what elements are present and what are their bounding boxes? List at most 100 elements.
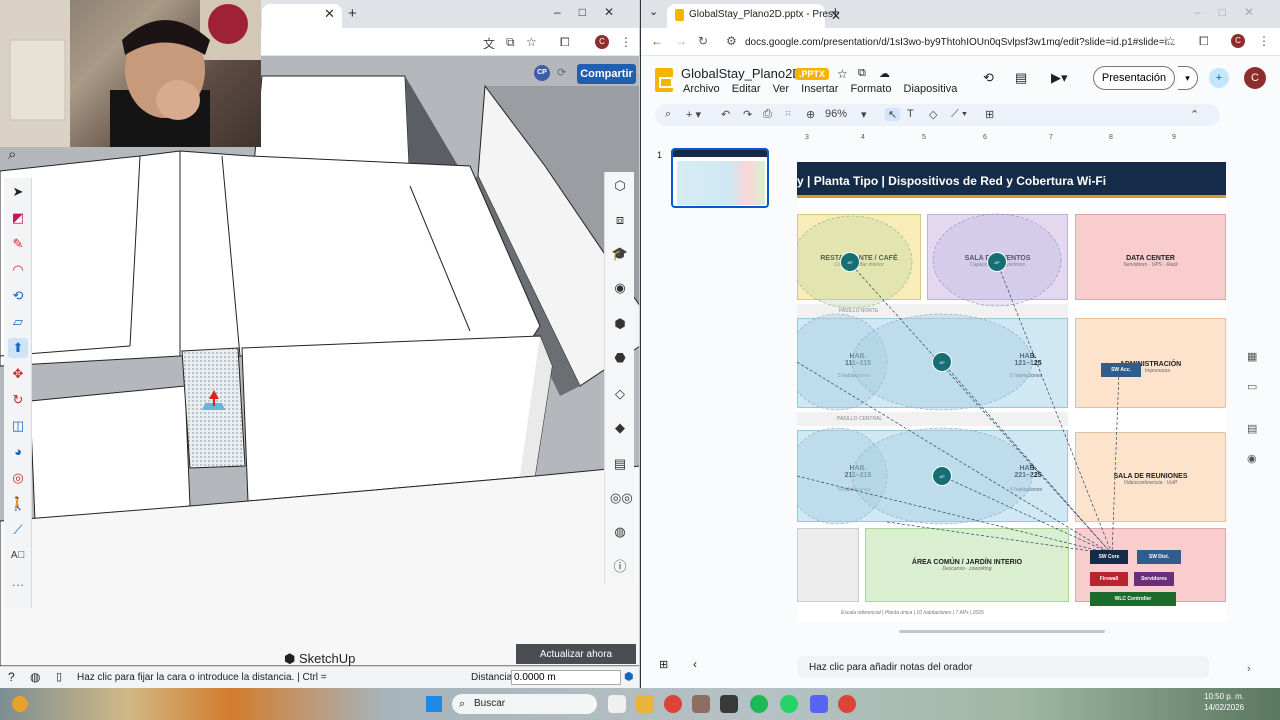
- present-dropdown-icon[interactable]: ▾: [1178, 66, 1198, 90]
- document-title[interactable]: GlobalStay_Plano2D: [681, 66, 802, 81]
- new-slide-icon[interactable]: + ▾: [686, 108, 701, 121]
- eraser-tool-icon[interactable]: ◩: [8, 208, 28, 228]
- file-explorer-icon[interactable]: [636, 695, 654, 713]
- reload-icon[interactable]: ↻: [698, 34, 708, 48]
- close-tab-icon[interactable]: ✕: [324, 6, 335, 22]
- system-clock[interactable]: 10:50 p. m. 14/02/2026: [1204, 691, 1244, 713]
- taskbar-search[interactable]: Buscar: [452, 694, 597, 714]
- app-icon[interactable]: [720, 695, 738, 713]
- speaker-notes[interactable]: Haz clic para añadir notas del orador: [797, 656, 1209, 678]
- window-controls[interactable]: –□✕: [1194, 5, 1272, 19]
- text-box-icon[interactable]: T: [907, 108, 914, 120]
- zoom-dropdown-icon[interactable]: ▾: [861, 108, 867, 121]
- slide-canvas[interactable]: y | Planta Tipo | Dispositivos de Red y …: [797, 162, 1226, 622]
- credits-icon[interactable]: ▯: [56, 670, 62, 683]
- new-tab-icon[interactable]: +: [831, 4, 840, 21]
- cloud-status-icon[interactable]: ☁: [879, 67, 890, 80]
- windows-start-icon[interactable]: [426, 696, 442, 712]
- servers-device[interactable]: Servidores: [1134, 572, 1174, 586]
- zoom-value[interactable]: 96%: [825, 108, 847, 120]
- expand-side-panel-icon[interactable]: ›: [1247, 663, 1251, 675]
- redo-icon[interactable]: ↷: [743, 108, 752, 121]
- select-cursor-icon[interactable]: ↖: [885, 108, 901, 121]
- undo-icon[interactable]: ↶: [721, 108, 730, 121]
- slides-logo-icon[interactable]: [655, 68, 673, 92]
- entity-info-icon[interactable]: ⬡: [610, 176, 630, 196]
- move-folder-icon[interactable]: ⧉: [858, 67, 866, 80]
- menu-kebab-icon[interactable]: ⋮: [620, 35, 632, 49]
- tasks-icon[interactable]: ▤: [1247, 422, 1257, 435]
- chrome-icon[interactable]: [838, 695, 856, 713]
- access-point-icon[interactable]: AP: [987, 252, 1007, 272]
- browser-tab[interactable]: GlobalStay_Plano2D.pptx - Pres ✕: [667, 4, 841, 28]
- add-comment-icon[interactable]: ⊞: [985, 108, 994, 121]
- switch-core-device[interactable]: SW Core: [1090, 550, 1128, 564]
- menu-editar[interactable]: Editar: [732, 83, 761, 95]
- shape-icon[interactable]: ◇: [929, 108, 937, 121]
- profile-avatar-icon[interactable]: C: [595, 35, 609, 49]
- back-icon[interactable]: ←: [651, 34, 663, 48]
- url-text[interactable]: docs.google.com/presentation/d/1sI3wo-by…: [745, 37, 1175, 48]
- instructor-icon[interactable]: 🎓: [610, 244, 630, 264]
- walk-tool-icon[interactable]: 🚶: [8, 494, 28, 514]
- extensions-icon[interactable]: ⧠: [1199, 34, 1209, 49]
- task-view-icon[interactable]: [608, 695, 626, 713]
- app-icon[interactable]: [692, 695, 710, 713]
- orbit-tool-icon[interactable]: ◎: [8, 468, 28, 488]
- materials-icon[interactable]: ◉: [610, 278, 630, 298]
- grid-view-icon[interactable]: ⊞: [659, 658, 668, 671]
- contacts-icon[interactable]: ◉: [1247, 452, 1257, 465]
- bookmark-star-icon[interactable]: ☆: [526, 35, 537, 49]
- discord-icon[interactable]: [810, 695, 828, 713]
- scale-tool-icon[interactable]: ◫: [8, 416, 28, 436]
- switch-access-device[interactable]: SW Acc.: [1101, 363, 1141, 377]
- cast-icon[interactable]: ⧉: [506, 35, 515, 50]
- zoom-icon[interactable]: ⊕: [806, 108, 815, 121]
- whatsapp-icon[interactable]: [780, 695, 798, 713]
- weather-icon[interactable]: [12, 696, 28, 712]
- update-now-button[interactable]: Actualizar ahora: [516, 644, 636, 664]
- wlc-controller-device[interactable]: WLC Controller: [1090, 592, 1176, 606]
- outliner-icon[interactable]: ▤: [610, 454, 630, 474]
- print-icon[interactable]: ⎙: [763, 108, 772, 121]
- tags-icon[interactable]: ◇: [610, 384, 630, 404]
- menu-formato[interactable]: Formato: [851, 83, 892, 95]
- window-controls[interactable]: –□✕: [554, 5, 632, 19]
- collaboration-icon[interactable]: ⟳: [557, 66, 566, 79]
- styles-icon[interactable]: ⬢: [610, 314, 630, 334]
- slide-thumbnail[interactable]: [671, 148, 769, 208]
- arc-tool-icon[interactable]: ◠: [8, 260, 28, 280]
- access-point-icon[interactable]: AP: [840, 252, 860, 272]
- menu-archivo[interactable]: Archivo: [683, 83, 720, 95]
- profile-avatar-icon[interactable]: C: [1231, 34, 1245, 48]
- search-menus-icon[interactable]: ⌕: [665, 108, 671, 121]
- site-info-icon[interactable]: ⚙: [726, 34, 737, 48]
- firewall-device[interactable]: Firewall: [1090, 572, 1128, 586]
- menu-diapositiva[interactable]: Diapositiva: [904, 83, 958, 95]
- collaborator-avatar[interactable]: CP: [534, 65, 550, 81]
- bookmark-star-icon[interactable]: ☆: [1165, 34, 1176, 48]
- access-point-icon[interactable]: AP: [932, 466, 952, 486]
- extensions-icon[interactable]: ⧠: [560, 35, 570, 50]
- pencil-tool-icon[interactable]: ✎: [8, 234, 28, 254]
- keep-icon[interactable]: ▭: [1247, 380, 1257, 393]
- search-icon[interactable]: ⌕: [8, 146, 16, 163]
- more-tools-icon[interactable]: …: [8, 572, 28, 592]
- geolocation-icon[interactable]: ◍: [30, 670, 40, 684]
- chrome-icon[interactable]: [664, 695, 682, 713]
- push-pull-tool-icon[interactable]: ⬆: [8, 338, 28, 358]
- distance-input[interactable]: [511, 670, 621, 685]
- collapse-toolbar-icon[interactable]: ⌃: [1190, 108, 1199, 121]
- switch-dist-device[interactable]: SW Dist.: [1137, 550, 1181, 564]
- collapse-panel-icon[interactable]: ‹: [693, 657, 697, 671]
- present-button[interactable]: Presentación: [1093, 66, 1175, 90]
- translate-icon[interactable]: ⽂: [483, 35, 495, 52]
- line-icon[interactable]: ⟋ ▾: [951, 108, 967, 121]
- display-icon[interactable]: ◎◎: [610, 488, 633, 508]
- measurements-icon[interactable]: ⬢: [624, 670, 634, 683]
- globe-icon[interactable]: ◍: [610, 522, 630, 542]
- rotate-tool-icon[interactable]: ↻: [8, 390, 28, 410]
- history-icon[interactable]: ⟲: [983, 70, 994, 86]
- shadows-icon[interactable]: ◆: [610, 418, 630, 438]
- new-tab-icon[interactable]: +: [348, 5, 357, 22]
